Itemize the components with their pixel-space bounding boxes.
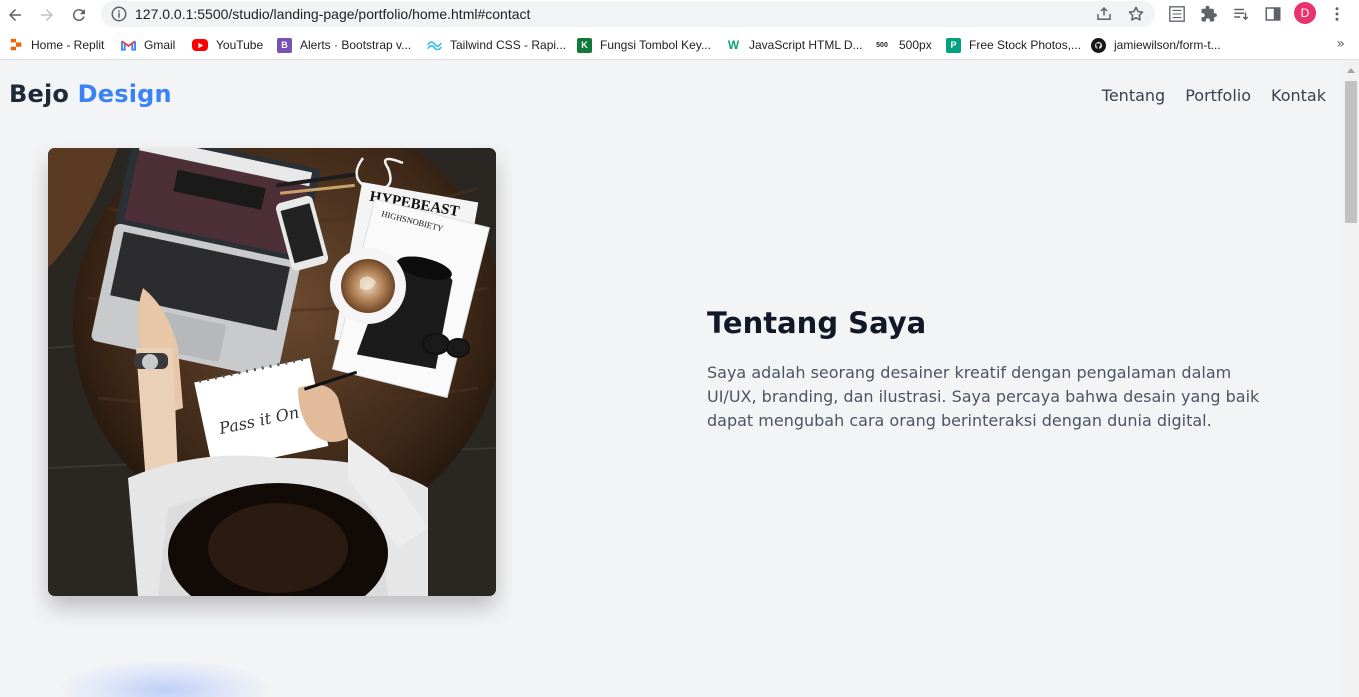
desk-illustration: HYPEBEAST HIGHSNOBIETY Pass it On [48,148,496,596]
site-logo[interactable]: Bejo Design [9,80,172,108]
reading-list-icon[interactable] [1231,4,1251,24]
nav-link-tentang[interactable]: Tentang [1102,86,1165,105]
bookmark-500px[interactable]: 500 500px [873,37,932,53]
brand-second-word: Design [77,80,172,108]
replit-icon [8,38,23,53]
brand-first-word: Bejo [9,80,70,108]
gmail-icon [121,38,136,53]
side-panel-icon[interactable] [1263,4,1283,24]
bookmark-github[interactable]: jamiewilson/form-t... [1091,37,1221,53]
pexels-icon: P [946,37,961,53]
extensions-puzzle-icon[interactable] [1199,4,1219,24]
extension-grid-icon[interactable] [1167,4,1187,24]
decorative-blur-shape [60,660,270,697]
nav-link-kontak[interactable]: Kontak [1271,86,1326,105]
bookmark-star-icon[interactable] [1127,5,1145,23]
bookmark-youtube[interactable]: YouTube [192,37,263,53]
profile-avatar[interactable]: D [1294,2,1316,24]
youtube-icon [192,39,208,51]
scrollbar-thumb[interactable] [1345,81,1357,223]
keyboard-site-icon: K [577,37,592,53]
page-scrollbar[interactable] [1343,62,1359,697]
browser-toolbar: 127.0.0.1:5500/studio/landing-page/portf… [0,0,1359,30]
share-icon[interactable] [1095,5,1113,23]
about-description: Saya adalah seorang desainer kreatif den… [707,363,1260,430]
more-menu-icon[interactable] [1327,4,1347,24]
bootstrap-icon: B [277,37,292,53]
main-nav: Tentang Portfolio Kontak [1102,86,1326,105]
back-arrow-icon[interactable] [3,3,27,27]
bookmarks-bar: Home - Replit Gmail YouTube B Alerts · B… [0,30,1359,60]
site-info-icon[interactable] [110,5,128,23]
bookmark-replit[interactable]: Home - Replit [8,37,104,53]
w3schools-icon: W [727,38,740,52]
reload-icon[interactable] [67,3,91,27]
bookmark-tailwind[interactable]: Tailwind CSS - Rapi... [427,37,566,53]
scroll-up-arrow-icon[interactable] [1347,68,1355,73]
tailwind-icon [427,38,442,53]
about-photo: HYPEBEAST HIGHSNOBIETY Pass it On [48,148,496,596]
address-bar[interactable]: 127.0.0.1:5500/studio/landing-page/portf… [101,1,1155,27]
forward-arrow-icon[interactable] [35,3,59,27]
about-title: Tentang Saya [707,306,927,340]
bookmark-w3schools[interactable]: W JavaScript HTML D... [726,37,863,53]
500px-icon: 500 [876,41,888,49]
nav-link-portfolio[interactable]: Portfolio [1185,86,1251,105]
github-icon [1091,37,1106,53]
bookmark-bootstrap[interactable]: B Alerts · Bootstrap v... [277,37,411,53]
url-text[interactable]: 127.0.0.1:5500/studio/landing-page/portf… [135,6,530,22]
bookmark-gmail[interactable]: Gmail [121,37,175,53]
page-viewport: Bejo Design Tentang Portfolio Kontak HYP… [0,62,1343,697]
bookmark-fungsi-tombol[interactable]: K Fungsi Tombol Key... [577,37,711,53]
bookmark-pexels[interactable]: P Free Stock Photos,... [946,37,1081,53]
more-bookmarks-chevron-icon[interactable]: » [1336,36,1345,52]
